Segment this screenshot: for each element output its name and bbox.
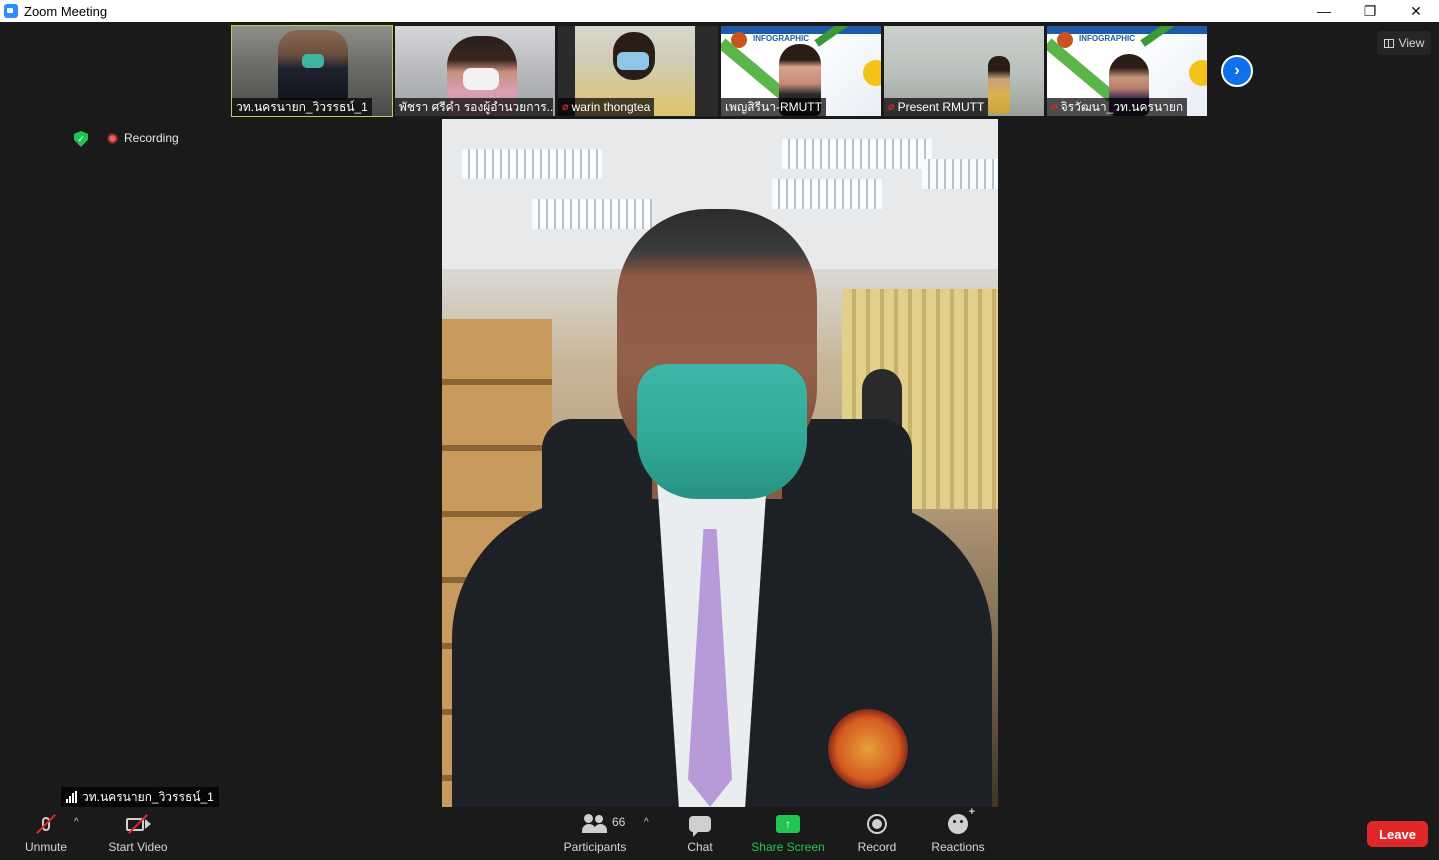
participants-label: Participants <box>563 840 627 854</box>
poster-title: INFOGRAPHIC <box>753 34 809 43</box>
leave-button[interactable]: Leave <box>1367 821 1428 847</box>
participant-name: เพญสิรีนา-RMUTT <box>725 100 822 114</box>
title-bar: Zoom Meeting — ❐ ✕ <box>0 0 1439 22</box>
view-button[interactable]: View <box>1377 31 1431 55</box>
poster-header <box>1047 26 1207 34</box>
participants-icon <box>581 812 609 836</box>
reactions-icon <box>944 806 975 836</box>
share-screen-icon: ↑ <box>774 812 802 836</box>
participants-count: 66 <box>612 815 626 829</box>
participant-name-label: ⌀ จิรวัฒนา_วท.นครนายก <box>1047 98 1188 116</box>
participant-name: Present RMUTT <box>897 100 985 114</box>
participant-name-label: วท.นครนายก_วิวรรธน์_1 <box>232 98 372 116</box>
video-camera-icon <box>124 812 152 836</box>
active-speaker-video <box>442 119 998 807</box>
chat-button[interactable]: Chat <box>680 807 720 860</box>
mic-icon <box>32 812 60 836</box>
poster-title: INFOGRAPHIC <box>1079 34 1135 43</box>
chat-label: Chat <box>687 840 713 854</box>
poster-circle <box>863 60 881 86</box>
face-mask <box>463 68 499 90</box>
window-controls: — ❐ ✕ <box>1301 0 1439 22</box>
participant-tile-2[interactable]: พัชรา ศรีคำ รองผู้อำนวยการ... <box>395 26 555 116</box>
participant-name: วท.นครนายก_วิวรรธน์_1 <box>236 100 368 114</box>
muted-mic-icon: ⌀ <box>562 101 569 113</box>
poster-circle <box>1189 60 1207 86</box>
participant-name: พัชรา ศรีคำ รองผู้อำนวยการ... <box>399 100 553 114</box>
share-screen-button[interactable]: ↑ Share Screen <box>750 807 826 860</box>
unmute-button[interactable]: Unmute <box>18 807 74 860</box>
signal-icon <box>66 791 77 803</box>
participant-name-label: ⌀ warin thongtea <box>558 98 655 116</box>
restore-button[interactable]: ❐ <box>1347 0 1393 22</box>
participant-tile-1[interactable]: วท.นครนายก_วิวรรธน์_1 <box>231 25 393 117</box>
ceiling-light <box>772 179 882 209</box>
participants-options-caret[interactable]: ^ <box>644 817 649 828</box>
participant-tile-3[interactable]: ⌀ warin thongtea <box>558 26 718 116</box>
view-label: View <box>1398 36 1425 50</box>
participant-name-label: พัชรา ศรีคำ รองผู้อำนวยการ... <box>395 98 553 116</box>
ceiling-light <box>532 199 652 229</box>
participant-name-label: เพญสิรีนา-RMUTT <box>721 98 826 116</box>
audio-options-caret[interactable]: ^ <box>74 817 79 828</box>
participant-name: จิรวัฒนา_วท.นครนายก <box>1060 100 1184 114</box>
close-button[interactable]: ✕ <box>1393 0 1439 22</box>
face-mask <box>617 52 649 70</box>
ceiling-light <box>922 159 998 189</box>
participant-tile-4[interactable]: INFOGRAPHIC เพญสิรีนา-RMUTT <box>721 26 881 116</box>
next-page-button[interactable]: › <box>1221 55 1253 87</box>
record-icon <box>863 812 891 836</box>
poster-header <box>721 26 881 34</box>
record-button[interactable]: Record <box>855 807 899 860</box>
suit-emblem <box>828 709 908 789</box>
chat-icon <box>686 812 714 837</box>
shield-icon[interactable]: ✓ <box>74 131 88 147</box>
next-page-icon: › <box>1234 62 1240 79</box>
view-grid-icon <box>1383 38 1394 48</box>
participant-tile-5[interactable]: ⌀ Present RMUTT <box>884 26 1044 116</box>
unmute-label: Unmute <box>24 840 68 854</box>
participant-tile-6[interactable]: INFOGRAPHIC ⌀ จิรวัฒนา_วท.นครนายก <box>1047 26 1207 116</box>
record-label: Record <box>857 840 897 854</box>
reactions-label: Reactions <box>931 840 985 854</box>
participant-video <box>988 56 1010 114</box>
share-screen-label: Share Screen <box>751 840 825 854</box>
meeting-toolbar: Unmute ^ Start Video Participants 66 ^ C… <box>0 806 1439 860</box>
start-video-button[interactable]: Start Video <box>104 807 172 860</box>
recording-dot-icon <box>107 133 118 144</box>
ceiling-light <box>462 149 602 179</box>
speaker-name: วท.นครนายก_วิวรรธน์_1 <box>82 789 214 804</box>
reactions-button[interactable]: Reactions <box>928 806 988 860</box>
ceiling-light <box>782 139 932 169</box>
start-video-label: Start Video <box>108 840 168 854</box>
recording-label: Recording <box>124 131 179 145</box>
minimize-button[interactable]: — <box>1301 0 1347 22</box>
muted-mic-icon: ⌀ <box>1051 101 1058 113</box>
zoom-app-icon <box>4 4 18 18</box>
muted-mic-icon: ⌀ <box>888 101 895 113</box>
face-mask <box>302 54 324 68</box>
participant-name: warin thongtea <box>571 100 651 114</box>
speaker-face-mask <box>637 364 807 499</box>
participant-name-label: ⌀ Present RMUTT <box>884 98 989 116</box>
speaker-name-tag: วท.นครนายก_วิวรรธน์_1 <box>61 787 219 807</box>
window-title: Zoom Meeting <box>24 3 108 19</box>
